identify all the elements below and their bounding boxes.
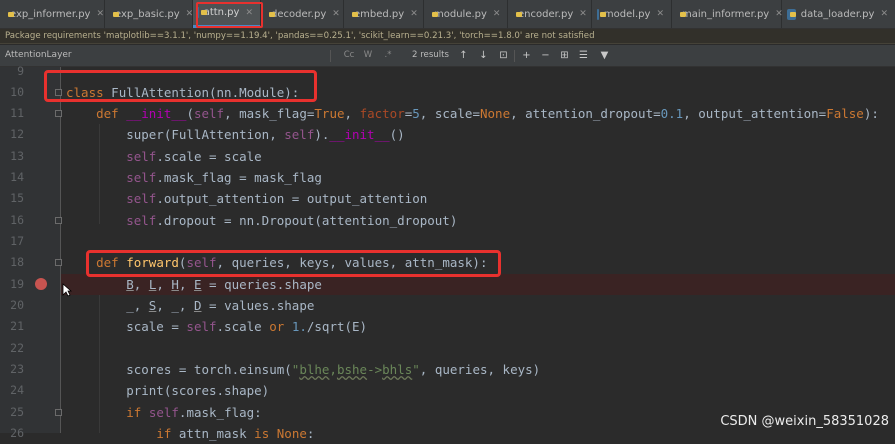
class-highlight-box: [44, 70, 317, 102]
tab-embed[interactable]: embed.py ✕: [344, 0, 424, 28]
tab-decoder[interactable]: decoder.py ✕: [261, 0, 344, 28]
line-number: 23: [10, 362, 24, 376]
line-number: 17: [10, 234, 24, 248]
line-number: 16: [10, 213, 24, 227]
line-number: 19: [10, 277, 24, 291]
search-input[interactable]: AttentionLayer: [0, 45, 330, 66]
line-number: 12: [10, 127, 24, 141]
code-line-19: B, L, H, E = queries.shape: [126, 277, 322, 292]
close-icon[interactable]: ✕: [332, 9, 340, 19]
select-all-occurrences-icon[interactable]: ⊡: [496, 48, 511, 63]
close-icon[interactable]: ✕: [96, 9, 104, 19]
python-file-icon: [787, 8, 796, 20]
tab-label: main_informer.py: [682, 8, 770, 20]
whole-words-option[interactable]: W: [361, 48, 375, 63]
editor-tab-bar: exp_informer.py ✕ exp_basic.py ✕ attn.py ✕ …: [0, 0, 895, 29]
tab-label: data_loader.py: [800, 8, 875, 20]
tab-exp-informer[interactable]: exp_informer.py ✕: [0, 0, 105, 28]
find-bar: AttentionLayer Cc W .* 2 results ↑ ↓ ⊡ +…: [0, 45, 895, 67]
open-in-window-icon[interactable]: ☰: [576, 48, 591, 63]
line-number: 13: [10, 149, 24, 163]
tab-model[interactable]: model.py ✕: [592, 0, 672, 28]
divider: [514, 50, 515, 62]
python-file-icon: [597, 8, 606, 20]
tab-encoder[interactable]: encoder.py ✕: [508, 0, 592, 28]
regex-option[interactable]: .*: [381, 48, 395, 63]
tab-main-informer[interactable]: main_informer.py ✕: [672, 0, 783, 28]
line-number: 25: [10, 405, 24, 419]
fold-marker-icon[interactable]: [55, 110, 62, 117]
tab-data-loader[interactable]: data_loader.py ✕: [782, 0, 895, 28]
breakpoint-icon[interactable]: [35, 278, 47, 290]
line-number: 20: [10, 298, 24, 312]
tab-label: exp_informer.py: [10, 8, 91, 20]
line-number: 22: [10, 341, 24, 355]
code-line-11: def __init__(self, mask_flag=True, facto…: [96, 106, 879, 121]
tab-highlight-box: [196, 2, 263, 28]
forward-highlight-box: [86, 250, 501, 277]
tab-label: decoder.py: [271, 8, 327, 20]
close-icon[interactable]: ✕: [579, 9, 587, 19]
code-line-12: super(FullAttention, self).__init__(): [66, 127, 405, 142]
close-icon[interactable]: ✕: [656, 9, 664, 19]
watermark: CSDN @weixin_58351028: [720, 414, 889, 429]
search-results-count: 2 results: [412, 50, 449, 60]
line-number: 15: [10, 191, 24, 205]
fold-marker-icon[interactable]: [55, 217, 62, 224]
previous-occurrence-icon[interactable]: ↑: [456, 48, 471, 63]
line-number: 9: [17, 64, 24, 78]
code-line-20: _, S, _, D = values.shape: [66, 298, 315, 313]
line-number: 24: [10, 383, 24, 397]
fold-marker-icon[interactable]: [55, 409, 62, 416]
code-line-15: self.output_attention = output_attention: [126, 191, 428, 206]
code-line-25: if self.mask_flag:: [126, 405, 262, 420]
close-icon[interactable]: ✕: [493, 9, 501, 19]
line-number: 11: [10, 106, 24, 120]
toggle-selection-icon[interactable]: ⊞: [557, 48, 572, 63]
code-line-24: print(scores.shape): [66, 383, 270, 398]
tab-label: encoder.py: [518, 8, 574, 20]
code-line-16: self.dropout = nn.Dropout(attention_drop…: [126, 213, 458, 228]
code-line-26: if attn_mask is None:: [156, 426, 315, 441]
code-line-13: self.scale = scale: [126, 149, 262, 164]
close-icon[interactable]: ✕: [880, 9, 888, 19]
divider: [330, 50, 331, 62]
line-number: 21: [10, 319, 24, 333]
tab-label: embed.py: [354, 8, 405, 20]
tab-label: exp_basic.py: [115, 8, 180, 20]
tab-label: model.py: [603, 8, 651, 20]
add-occurrence-icon[interactable]: +: [519, 48, 534, 63]
code-line-14: self.mask_flag = mask_flag: [126, 170, 322, 185]
remove-occurrence-icon[interactable]: −: [538, 48, 553, 63]
close-icon[interactable]: ✕: [410, 9, 418, 19]
gutter-divider: [60, 67, 61, 433]
package-requirements-warning: Package requirements 'matplotlib==3.1.1'…: [0, 29, 895, 44]
match-case-option[interactable]: Cc: [342, 48, 356, 63]
line-number: 14: [10, 170, 24, 184]
line-number: 10: [10, 85, 24, 99]
code-line-21: scale = self.scale or 1./sqrt(E): [66, 319, 368, 334]
filter-icon[interactable]: ▼: [597, 48, 612, 63]
line-number: 18: [10, 255, 24, 269]
tab-module[interactable]: module.py ✕: [424, 0, 508, 28]
next-occurrence-icon[interactable]: ↓: [476, 48, 491, 63]
tab-label: module.py: [434, 8, 487, 20]
tab-exp-basic[interactable]: exp_basic.py ✕: [105, 0, 193, 28]
fold-marker-icon[interactable]: [55, 259, 62, 266]
code-line-23: scores = torch.einsum("blhe,bshe->bhls",…: [66, 362, 541, 377]
line-number: 26: [10, 426, 24, 440]
code-editor[interactable]: 9 10 11 12 13 14 15 16 17 18 19 20 21 22…: [0, 64, 895, 441]
